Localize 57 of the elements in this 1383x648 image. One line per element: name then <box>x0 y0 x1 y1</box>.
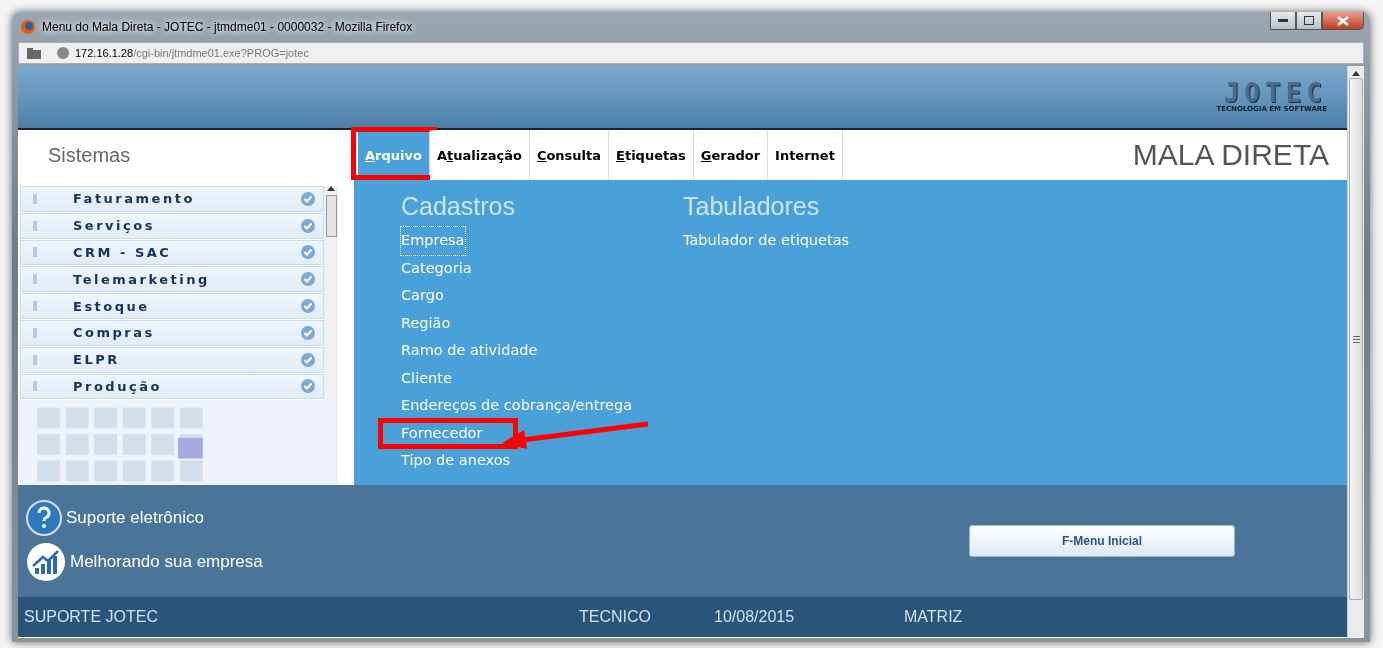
menu-tab[interactable]: Atualização <box>429 130 530 180</box>
address-bar[interactable]: 172.16.1.28/cgi-bin/jtmdme01.exe?PROG=jotec <box>18 42 1364 64</box>
grip-icon <box>1352 335 1360 343</box>
close-button[interactable] <box>1322 12 1364 30</box>
sidebar-item[interactable]: CRM - SAC <box>20 239 324 266</box>
status-text: MATRIZ <box>904 608 963 625</box>
logo: JOTEC <box>1223 81 1327 105</box>
grip-icon <box>33 247 37 258</box>
sidebar-item[interactable]: Produção <box>20 373 324 400</box>
sidebar-item[interactable]: Telemarketing <box>20 266 324 293</box>
scroll-up-icon[interactable] <box>1352 71 1360 76</box>
grip-icon <box>33 193 37 204</box>
grip-icon <box>33 381 37 392</box>
footer-link[interactable]: Melhorando sua empresa <box>26 542 263 582</box>
browser-icon <box>20 19 36 35</box>
page-scrollbar[interactable] <box>1347 66 1364 638</box>
grip-icon <box>33 327 37 338</box>
grip-icon <box>33 301 37 312</box>
sidebar-item[interactable]: Faturamento <box>20 186 324 212</box>
help-icon <box>26 500 62 536</box>
folder-icon <box>27 47 41 59</box>
maximize-button[interactable] <box>1296 12 1322 30</box>
sidebar-item[interactable]: Compras <box>20 320 324 346</box>
chart-icon <box>26 542 66 582</box>
check-icon <box>301 325 315 340</box>
window-title: Menu do Mala Direta - JOTEC - jtmdme01 - 0000032 - Mozilla Firefox <box>42 20 413 34</box>
check-icon <box>301 218 315 233</box>
check-icon <box>301 191 315 206</box>
minimize-icon <box>1278 18 1288 23</box>
check-icon <box>301 352 315 367</box>
scrollbar[interactable] <box>324 186 338 400</box>
sidebar-title: Sistemas <box>47 142 132 168</box>
menu-heading: Tabuladores <box>683 192 821 221</box>
check-icon <box>301 245 315 260</box>
grip-icon <box>33 354 37 365</box>
scroll-up-icon[interactable] <box>327 186 335 191</box>
maximize-icon <box>1304 16 1314 25</box>
module-title: MALA DIRETA <box>1132 137 1330 173</box>
grip-icon <box>33 220 37 231</box>
globe-icon <box>57 47 69 59</box>
sidebar-item[interactable]: Serviços <box>20 212 324 239</box>
scroll-thumb[interactable] <box>325 195 337 237</box>
menu-heading: Cadastros <box>401 192 516 221</box>
grip-icon <box>33 274 37 285</box>
sidebar-item[interactable]: ELPR <box>20 346 324 373</box>
check-icon <box>301 299 315 314</box>
minimize-button[interactable] <box>1270 12 1296 30</box>
url-text: 172.16.1.28/cgi-bin/jtmdme01.exe?PROG=jotec <box>75 47 309 59</box>
footer-link[interactable]: Suporte eletrônico <box>26 500 263 536</box>
status-text: SUPORTE JOTEC <box>24 608 158 625</box>
menu-button[interactable]: F-Menu Inicial <box>969 525 1235 557</box>
status-text: TECNICO <box>579 608 651 625</box>
sidebar-item[interactable]: Estoque <box>20 293 324 319</box>
check-icon <box>301 379 315 394</box>
close-icon <box>1337 15 1349 26</box>
status-text: 10/08/2015 <box>714 608 795 625</box>
check-icon <box>301 272 315 287</box>
